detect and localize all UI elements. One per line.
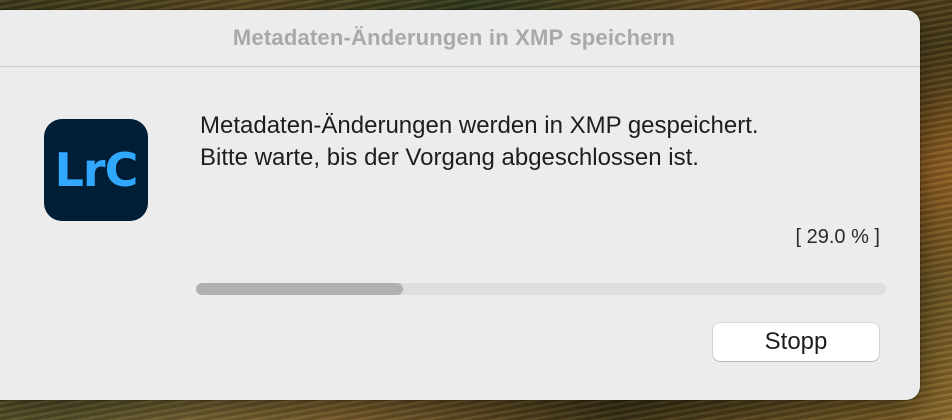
status-message: Metadaten-Änderungen werden in XMP gespe… <box>200 110 759 174</box>
app-icon-label: LrC <box>54 143 139 197</box>
status-message-line-2: Bitte warte, bis der Vorgang abgeschloss… <box>200 144 699 171</box>
status-message-line-1: Metadaten-Änderungen werden in XMP gespe… <box>200 112 759 139</box>
progress-percent-label: [ 29.0 % ] <box>795 226 881 248</box>
progress-dialog: Metadaten-Änderungen in XMP speichern Lr… <box>0 10 920 400</box>
dialog-titlebar: Metadaten-Änderungen in XMP speichern <box>0 10 920 67</box>
stop-button[interactable]: Stopp <box>713 323 879 361</box>
lightroom-classic-icon: LrC <box>44 119 148 221</box>
dialog-title: Metadaten-Änderungen in XMP speichern <box>232 25 676 50</box>
progress-bar-fill <box>196 283 403 295</box>
progress-bar <box>196 283 886 295</box>
